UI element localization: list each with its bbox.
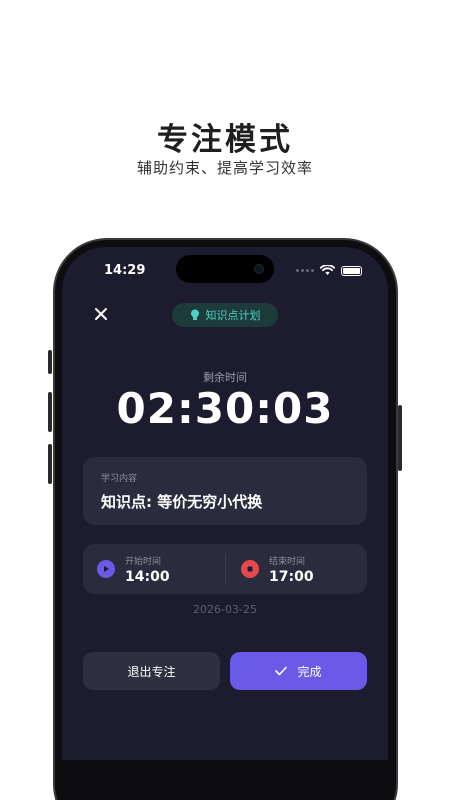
start-time-value: 14:00 bbox=[125, 568, 170, 585]
end-time-value: 17:00 bbox=[269, 568, 314, 585]
session-date: 2026-03-25 bbox=[193, 603, 257, 616]
volume-up-button bbox=[48, 392, 52, 432]
volume-down-button bbox=[48, 444, 52, 484]
dynamic-island bbox=[176, 255, 274, 283]
camera-icon bbox=[254, 264, 264, 274]
lightbulb-icon bbox=[190, 309, 199, 320]
stop-icon bbox=[241, 560, 259, 578]
divider bbox=[225, 554, 226, 584]
exit-focus-label: 退出专注 bbox=[127, 664, 176, 679]
end-time-label: 结束时间 bbox=[269, 556, 306, 567]
done-label: 完成 bbox=[297, 664, 322, 679]
plan-badge[interactable]: 知识点计划 bbox=[172, 303, 278, 327]
promo-subtitle: 辅助约束、提高学习效率 bbox=[136, 159, 313, 177]
start-time-label: 开始时间 bbox=[125, 556, 162, 567]
close-icon[interactable] bbox=[92, 305, 110, 323]
study-content-card: 学习内容 知识点: 等价无穷小代换 bbox=[83, 457, 367, 525]
plan-label: 知识点计划 bbox=[205, 309, 261, 322]
study-content-label: 学习内容 bbox=[101, 474, 138, 484]
check-icon bbox=[275, 666, 288, 676]
play-icon bbox=[97, 560, 115, 578]
start-time-block: 开始时间 14:00 bbox=[97, 544, 170, 594]
end-time-block: 结束时间 17:00 bbox=[241, 544, 314, 594]
battery-icon bbox=[341, 265, 362, 276]
countdown-timer: 02:30:03 bbox=[116, 384, 334, 433]
status-icons bbox=[296, 265, 362, 276]
schedule-card: 开始时间 14:00 结束时间 17:00 bbox=[83, 544, 367, 594]
done-button[interactable]: 完成 bbox=[230, 652, 367, 690]
wifi-icon bbox=[320, 265, 335, 275]
status-time: 14:29 bbox=[104, 263, 146, 278]
phone-side-button bbox=[48, 350, 52, 374]
power-button bbox=[398, 405, 402, 471]
exit-focus-button[interactable]: 退出专注 bbox=[83, 652, 220, 690]
phone-screen: 14:29 知识点计划 剩余时间 02:30:03 学习内容 知识点: 等价无穷… bbox=[62, 247, 388, 760]
signal-dots-icon bbox=[296, 269, 314, 272]
remaining-time-label: 剩余时间 bbox=[203, 371, 247, 384]
promo-title: 专注模式 bbox=[157, 122, 293, 158]
study-content-value: 知识点: 等价无穷小代换 bbox=[101, 493, 263, 511]
